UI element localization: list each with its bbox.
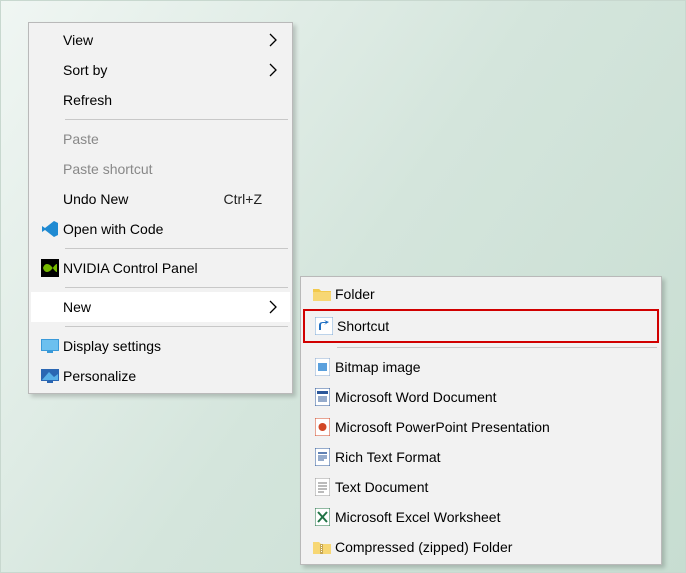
shortcut-icon — [311, 311, 337, 341]
blank-icon — [37, 25, 63, 55]
submenu-item-excel[interactable]: Microsoft Excel Worksheet — [303, 502, 659, 532]
menu-item-label: Refresh — [63, 92, 280, 108]
bitmap-icon — [309, 352, 335, 382]
word-icon — [309, 382, 335, 412]
menu-item-view[interactable]: View — [31, 25, 290, 55]
blank-icon — [37, 124, 63, 154]
menu-separator — [65, 119, 288, 120]
submenu-item-rtf[interactable]: Rich Text Format — [303, 442, 659, 472]
rtf-icon — [309, 442, 335, 472]
chevron-right-icon — [269, 33, 278, 47]
personalize-icon — [37, 361, 63, 391]
menu-item-undo-new[interactable]: Undo New Ctrl+Z — [31, 184, 290, 214]
menu-item-label: Text Document — [335, 479, 649, 495]
menu-item-accelerator: Ctrl+Z — [224, 191, 281, 207]
menu-item-label: Paste shortcut — [63, 161, 280, 177]
chevron-right-icon — [269, 300, 278, 314]
menu-item-label: Shortcut — [337, 318, 647, 334]
menu-item-label: Paste — [63, 131, 280, 147]
menu-item-refresh[interactable]: Refresh — [31, 85, 290, 115]
menu-item-sort-by[interactable]: Sort by — [31, 55, 290, 85]
menu-item-personalize[interactable]: Personalize — [31, 361, 290, 391]
menu-item-open-with-code[interactable]: Open with Code — [31, 214, 290, 244]
submenu-item-zip[interactable]: Compressed (zipped) Folder — [303, 532, 659, 562]
menu-item-label: New — [63, 299, 280, 315]
menu-item-label: Microsoft Excel Worksheet — [335, 509, 649, 525]
submenu-item-powerpoint[interactable]: Microsoft PowerPoint Presentation — [303, 412, 659, 442]
powerpoint-icon — [309, 412, 335, 442]
submenu-item-bitmap[interactable]: Bitmap image — [303, 352, 659, 382]
menu-item-label: NVIDIA Control Panel — [63, 260, 280, 276]
menu-item-label: View — [63, 32, 280, 48]
menu-item-label: Open with Code — [63, 221, 280, 237]
menu-item-label: Bitmap image — [335, 359, 649, 375]
menu-separator — [65, 248, 288, 249]
menu-item-label: Display settings — [63, 338, 280, 354]
blank-icon — [37, 184, 63, 214]
excel-icon — [309, 502, 335, 532]
menu-item-paste: Paste — [31, 124, 290, 154]
menu-separator — [65, 326, 288, 327]
new-submenu: Folder Shortcut Bitmap image — [300, 276, 662, 565]
vscode-icon — [37, 214, 63, 244]
menu-item-label: Microsoft PowerPoint Presentation — [335, 419, 649, 435]
menu-item-label: Sort by — [63, 62, 280, 78]
chevron-right-icon — [269, 63, 278, 77]
menu-item-new[interactable]: New — [31, 292, 290, 322]
menu-item-label: Undo New — [63, 191, 224, 207]
folder-icon — [309, 279, 335, 309]
menu-separator — [337, 347, 657, 348]
menu-item-paste-shortcut: Paste shortcut — [31, 154, 290, 184]
menu-item-label: Personalize — [63, 368, 280, 384]
zip-icon — [309, 532, 335, 562]
highlight-annotation: Shortcut — [303, 309, 659, 343]
text-icon — [309, 472, 335, 502]
nvidia-icon — [37, 253, 63, 283]
submenu-item-word[interactable]: Microsoft Word Document — [303, 382, 659, 412]
blank-icon — [37, 55, 63, 85]
blank-icon — [37, 154, 63, 184]
submenu-item-folder[interactable]: Folder — [303, 279, 659, 309]
menu-item-label: Folder — [335, 286, 649, 302]
desktop-context-menu: View Sort by Refresh Paste Paste shortcu… — [28, 22, 293, 394]
menu-separator — [65, 287, 288, 288]
menu-item-nvidia-control-panel[interactable]: NVIDIA Control Panel — [31, 253, 290, 283]
submenu-item-text[interactable]: Text Document — [303, 472, 659, 502]
blank-icon — [37, 292, 63, 322]
menu-item-label: Rich Text Format — [335, 449, 649, 465]
blank-icon — [37, 85, 63, 115]
menu-item-label: Microsoft Word Document — [335, 389, 649, 405]
submenu-item-shortcut[interactable]: Shortcut — [305, 311, 657, 341]
menu-item-display-settings[interactable]: Display settings — [31, 331, 290, 361]
display-icon — [37, 331, 63, 361]
menu-item-label: Compressed (zipped) Folder — [335, 539, 649, 555]
